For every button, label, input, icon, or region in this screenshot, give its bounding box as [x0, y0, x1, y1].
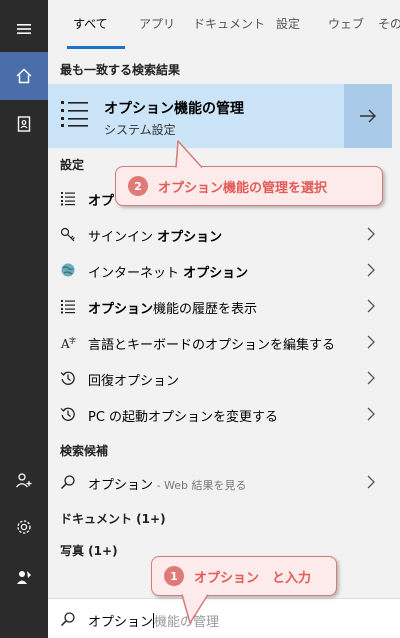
- web-suggestion-note: - Web 結果を見る: [153, 479, 247, 492]
- search-icon: [60, 612, 75, 627]
- chevron-right-icon: [367, 227, 375, 241]
- settings-result-label: オプション機能の履歴を表示: [88, 298, 257, 317]
- best-match-heading: 最も一致する検索結果: [60, 63, 181, 77]
- settings-result-text-part: サインイン: [88, 230, 158, 245]
- settings-result-text-part: インターネット: [88, 266, 184, 281]
- home-icon: [16, 68, 32, 84]
- tab-more[interactable]: その: [378, 15, 400, 32]
- documents-heading[interactable]: ドキュメント (1+): [60, 510, 166, 527]
- feedback-icon: [17, 571, 31, 584]
- settings-result-label: インターネット オプション: [88, 262, 248, 281]
- web-suggestion-item[interactable]: オプション - Web 結果を見る: [48, 464, 400, 500]
- add-user-icon: [16, 473, 32, 488]
- callout-text: オプション と入力: [194, 570, 312, 586]
- notebook-icon: [17, 116, 31, 132]
- callout-pointer: [175, 140, 203, 168]
- gear-icon: [17, 520, 31, 534]
- chevron-right-icon: [367, 475, 375, 489]
- best-match-title: オプション機能の管理: [104, 101, 244, 117]
- filter-tabs: すべて アプリ ドキュメント 設定 ウェブ その: [48, 0, 400, 50]
- settings-result-text-part: オプション: [88, 302, 154, 317]
- left-rail: [0, 0, 48, 638]
- search-query: オプション: [88, 615, 154, 630]
- step-number-badge: 2: [128, 176, 148, 196]
- settings-result-text-part: 言語とキーボードのオプションを編集する: [88, 338, 336, 353]
- feedback-button[interactable]: [0, 553, 48, 601]
- list-icon: [61, 192, 75, 206]
- callout-select-step: 2 オプション機能の管理を選択: [115, 166, 383, 206]
- notebook-button[interactable]: [0, 100, 48, 148]
- settings-result-label: 言語とキーボードのオプションを編集する: [88, 334, 335, 353]
- home-button[interactable]: [0, 52, 48, 100]
- search-icon: [60, 475, 75, 490]
- tab-documents[interactable]: ドキュメント: [193, 15, 265, 32]
- settings-result-text-part: オプション: [183, 266, 249, 281]
- settings-result-item[interactable]: インターネット オプション: [48, 252, 400, 288]
- callout-pointer: [181, 594, 209, 624]
- tab-settings[interactable]: 設定: [276, 15, 300, 32]
- settings-result-item[interactable]: 回復オプション: [48, 360, 400, 396]
- best-match-subtitle: システム設定: [104, 123, 176, 137]
- settings-result-text-part: 回復オプション: [88, 374, 180, 389]
- settings-result-text-part: オプション: [157, 230, 223, 245]
- open-best-match-button[interactable]: [344, 84, 392, 148]
- settings-result-label: オプ: [88, 190, 114, 209]
- arrow-right-icon: [360, 109, 376, 123]
- svg-text:字: 字: [69, 336, 76, 345]
- key-icon: [60, 227, 75, 242]
- search-results-panel: すべて アプリ ドキュメント 設定 ウェブ その 最も一致する検索結果 オプショ…: [48, 0, 400, 598]
- language-icon: A字: [60, 336, 76, 350]
- chevron-right-icon: [367, 263, 375, 277]
- active-tab-indicator: [67, 46, 125, 49]
- callout-type-step: 1 オプション と入力: [151, 556, 337, 596]
- settings-result-label: PC の起動オプションを変更する: [88, 406, 278, 425]
- settings-result-text-part: 機能の履歴を表示: [153, 302, 258, 317]
- tab-web[interactable]: ウェブ: [328, 15, 364, 32]
- chevron-right-icon: [367, 371, 375, 385]
- suggestions-heading: 検索候補: [60, 444, 109, 458]
- settings-result-label: サインイン オプション: [88, 226, 222, 245]
- web-suggestion-label: オプション - Web 結果を見る: [88, 474, 246, 493]
- web-suggestion-query: オプション: [88, 478, 154, 493]
- tab-all[interactable]: すべて: [73, 15, 108, 32]
- search-bar[interactable]: オプション機能の管理: [48, 598, 400, 638]
- settings-result-item[interactable]: PC の起動オプションを変更する: [48, 396, 400, 432]
- globe-icon: [61, 263, 75, 277]
- settings-result-item[interactable]: A 字言語とキーボードのオプションを編集する: [48, 324, 400, 360]
- history-icon: [60, 371, 75, 385]
- best-match-item[interactable]: オプション機能の管理 システム設定: [48, 84, 344, 148]
- settings-result-text-part: オプ: [88, 194, 115, 209]
- hamburger-icon: [17, 24, 31, 34]
- history-icon: [60, 407, 75, 421]
- settings-result-item[interactable]: オプション機能の履歴を表示: [48, 288, 400, 324]
- menu-button[interactable]: [0, 5, 48, 53]
- list-icon: [61, 101, 88, 127]
- account-button[interactable]: [0, 456, 48, 504]
- settings-result-label: 回復オプション: [88, 370, 179, 389]
- photos-heading[interactable]: 写真 (1+): [60, 542, 118, 559]
- settings-result-text-part: PC の起動オプションを変更する: [88, 410, 279, 425]
- tab-apps[interactable]: アプリ: [139, 15, 175, 32]
- list-icon: [61, 300, 75, 314]
- chevron-right-icon: [367, 335, 375, 349]
- callout-text: オプション機能の管理を選択: [158, 180, 328, 196]
- step-number-badge: 1: [164, 566, 184, 586]
- chevron-right-icon: [367, 299, 375, 313]
- settings-result-item[interactable]: サインイン オプション: [48, 216, 400, 252]
- settings-heading: 設定: [60, 158, 85, 172]
- settings-button[interactable]: [0, 503, 48, 551]
- chevron-right-icon: [367, 407, 375, 421]
